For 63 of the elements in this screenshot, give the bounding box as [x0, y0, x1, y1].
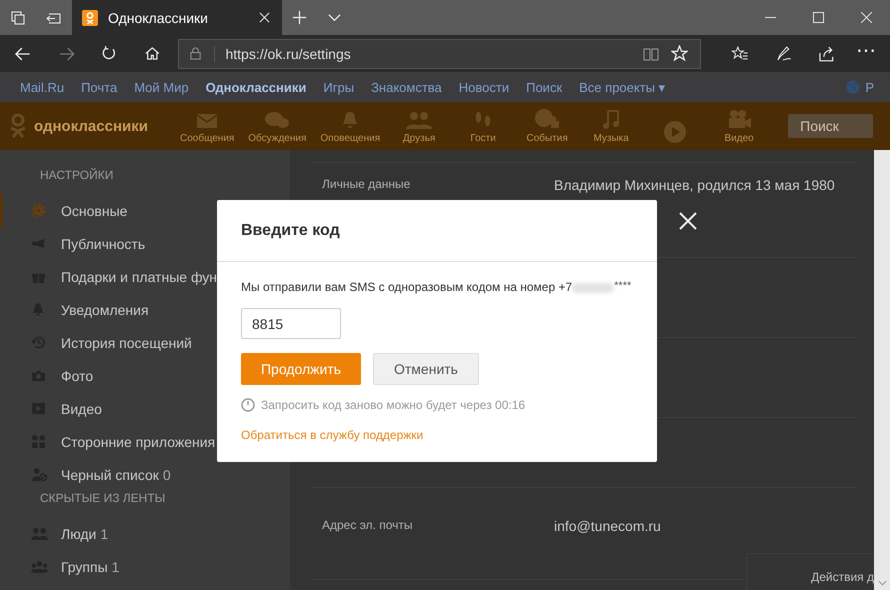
dialog-title: Введите код: [217, 200, 657, 262]
logo-text[interactable]: одноклассники: [34, 118, 148, 134]
nav-label[interactable]: Музыка: [593, 133, 629, 144]
field-value: info@tunecom.ru: [554, 518, 661, 534]
sidebar-item[interactable]: Группы 1: [0, 550, 290, 583]
resend-timer: Запросить код заново можно будет через 00:16: [261, 398, 526, 412]
browser-tab[interactable]: Одноклассники: [72, 0, 282, 35]
portal-link[interactable]: Все проекты ▾: [579, 80, 666, 94]
masked-digits: ****: [614, 280, 632, 292]
close-window-icon[interactable]: [861, 12, 872, 23]
star-icon[interactable]: [671, 45, 688, 62]
code-input[interactable]: 8815: [241, 308, 341, 339]
reading-view-icon[interactable]: [643, 46, 660, 62]
sms-message: Мы отправили вам SMS с одноразовым кодом на номер +7: [241, 280, 572, 294]
nav-label[interactable]: Обсуждения: [248, 133, 306, 144]
lock-icon: [189, 47, 202, 60]
search-field[interactable]: Поиск: [788, 114, 874, 138]
portal-link[interactable]: Почта: [81, 80, 118, 94]
sidebar-item[interactable]: Люди 1: [0, 517, 290, 550]
portal-link[interactable]: Знакомства: [371, 80, 442, 94]
back-icon[interactable]: [14, 44, 32, 62]
nav-label[interactable]: Видео: [724, 133, 754, 144]
portal-link[interactable]: Игры: [323, 80, 354, 94]
portal-link[interactable]: Новости: [458, 80, 510, 94]
support-link[interactable]: Обратиться в службу поддержки: [241, 428, 424, 442]
nav-label[interactable]: Сообщения: [180, 133, 234, 144]
refresh-icon[interactable]: [101, 45, 118, 62]
address-bar[interactable]: https://ok.ru/settings: [178, 38, 702, 68]
gear-icon: [31, 203, 46, 218]
section-heading: СКРЫТЫЕ ИЗ ЛЕНТЫ: [39, 491, 166, 507]
field-label: Личные данные: [321, 177, 412, 191]
actions-button[interactable]: Действия д: [746, 553, 874, 590]
nav-label[interactable]: Оповещения: [320, 133, 380, 144]
portal-link[interactable]: Поиск: [526, 80, 562, 94]
cancel-button[interactable]: Отменить: [373, 353, 479, 385]
home-icon[interactable]: [144, 45, 160, 62]
field-label: Адрес эл. почты: [321, 518, 414, 532]
close-icon[interactable]: [679, 212, 697, 230]
section-heading: НАСТРОЙКИ: [39, 168, 114, 184]
field-value: Владимир Михинцев, родился 13 мая 1980: [554, 177, 835, 193]
tabs-overview-icon[interactable]: [10, 10, 26, 26]
blurred-digits: [572, 283, 614, 293]
scrollbar[interactable]: [874, 150, 890, 590]
maximize-icon[interactable]: [813, 12, 824, 23]
portal-link[interactable]: Мой Мир: [134, 80, 189, 94]
more-menu-button[interactable]: ⋯: [856, 40, 876, 60]
language-link[interactable]: Р: [865, 80, 874, 94]
share-icon[interactable]: [818, 44, 836, 62]
nav-label[interactable]: Гости: [470, 133, 496, 144]
nav-label[interactable]: Друзья: [402, 133, 436, 144]
continue-button[interactable]: Продолжить: [241, 353, 361, 385]
portal-link[interactable]: Одноклассники: [206, 80, 306, 94]
pen-icon[interactable]: [774, 44, 792, 62]
portal-link[interactable]: Mail.Ru: [20, 80, 64, 94]
forward-icon[interactable]: [58, 44, 76, 62]
nav-label[interactable]: События: [526, 133, 568, 144]
favorites-icon[interactable]: [731, 44, 749, 62]
new-tab-icon[interactable]: [292, 10, 307, 25]
ok-logo-icon: [82, 10, 98, 26]
close-tab-icon[interactable]: [259, 12, 270, 23]
clock-icon: [241, 398, 255, 412]
scroll-down-icon[interactable]: [878, 580, 887, 586]
sidebar-item[interactable]: Черный список 0: [0, 458, 290, 491]
